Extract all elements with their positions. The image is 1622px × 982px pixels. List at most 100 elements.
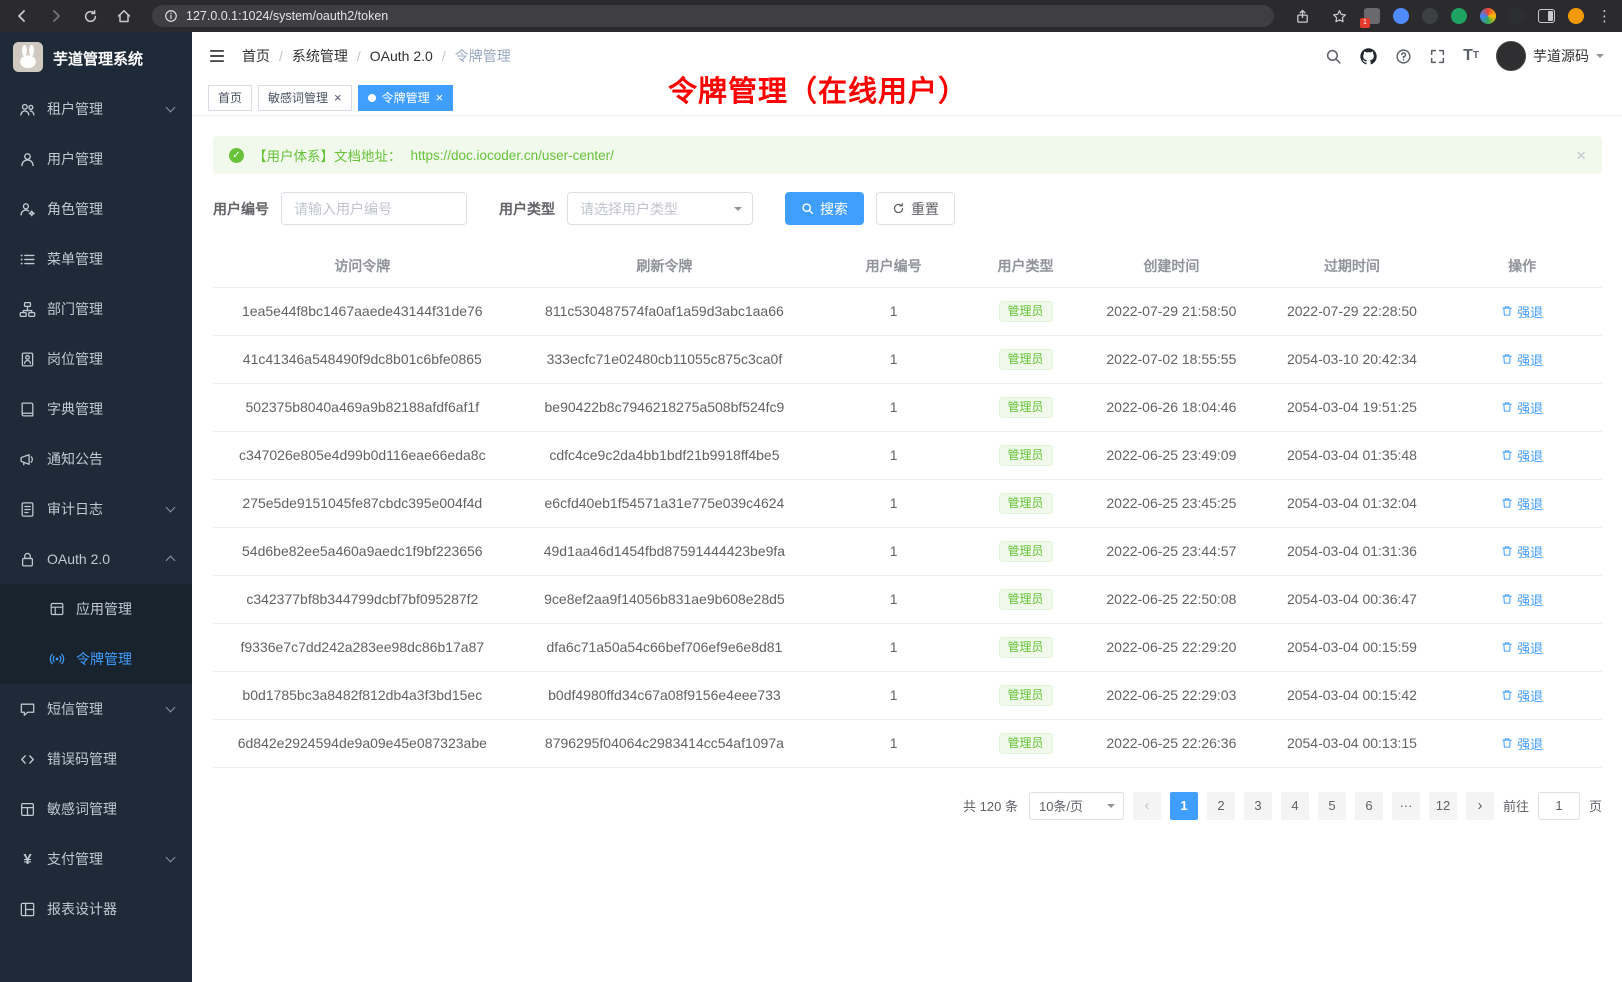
help-icon[interactable] (1395, 48, 1412, 65)
user-type-badge: 管理员 (999, 349, 1053, 370)
back-icon[interactable] (10, 4, 34, 28)
force-logout-button[interactable]: 强退 (1501, 590, 1543, 609)
sidebar-item-role[interactable]: 角色管理 (0, 184, 192, 234)
sidebar-item-error-code[interactable]: 错误码管理 (0, 734, 192, 784)
site-info-icon[interactable] (164, 9, 178, 23)
breadcrumb: 首页 / 系统管理 / OAuth 2.0 / 令牌管理 (242, 46, 511, 66)
breadcrumb-current: 令牌管理 (455, 46, 511, 66)
cell-create-time: 2022-07-29 21:58:50 (1081, 287, 1262, 335)
force-logout-button[interactable]: 强退 (1501, 398, 1543, 417)
sidebar-item-dict[interactable]: 字典管理 (0, 384, 192, 434)
page-size-select[interactable]: 10条/页 (1029, 792, 1124, 820)
goto-page-input[interactable] (1538, 792, 1580, 820)
breadcrumb-separator: / (357, 48, 361, 64)
user-type-badge: 管理员 (999, 445, 1053, 466)
table-row: 41c41346a548490f9dc8b01c6bfe0865 333ecfc… (213, 335, 1602, 383)
page-button-3[interactable]: 3 (1244, 792, 1272, 820)
extension-icon-3[interactable] (1422, 8, 1438, 24)
page-button-2[interactable]: 2 (1207, 792, 1235, 820)
address-bar[interactable]: 127.0.0.1:1024/system/oauth2/token (152, 5, 1274, 27)
sidebar-item-oauth2[interactable]: OAuth 2.0 (0, 534, 192, 584)
app-window: 芋道管理系统 租户管理 用户管理 角色管理 菜单 (0, 32, 1622, 982)
github-icon[interactable] (1359, 47, 1378, 66)
menu-kebab-icon[interactable]: ⋮ (1597, 7, 1612, 25)
sidebar-item-payment[interactable]: ¥ 支付管理 (0, 834, 192, 884)
extension-icon-2[interactable] (1393, 8, 1409, 24)
page-button-6[interactable]: 6 (1355, 792, 1383, 820)
reload-icon[interactable] (78, 4, 102, 28)
close-tab-icon[interactable]: × (436, 91, 444, 104)
share-icon[interactable] (1290, 4, 1314, 28)
force-logout-button[interactable]: 强退 (1501, 302, 1543, 321)
reset-button[interactable]: 重置 (876, 192, 955, 225)
forward-icon[interactable] (44, 4, 68, 28)
force-logout-button[interactable]: 强退 (1501, 638, 1543, 657)
token-broadcast-icon (48, 651, 65, 668)
user-type-select[interactable]: 请选择用户类型 (567, 192, 753, 225)
extension-icon-4[interactable] (1451, 8, 1467, 24)
sidebar-item-menu[interactable]: 菜单管理 (0, 234, 192, 284)
breadcrumb-home[interactable]: 首页 (242, 46, 270, 66)
breadcrumb-oauth[interactable]: OAuth 2.0 (370, 48, 433, 64)
user-id-input[interactable] (281, 192, 467, 225)
sidebar-item-dept[interactable]: 部门管理 (0, 284, 192, 334)
cell-expire-time: 2054-03-04 00:36:47 (1262, 575, 1443, 623)
force-logout-button[interactable]: 强退 (1501, 734, 1543, 753)
user-menu[interactable]: 芋道源码 (1496, 41, 1604, 71)
force-logout-button[interactable]: 强退 (1501, 446, 1543, 465)
force-logout-button[interactable]: 强退 (1501, 542, 1543, 561)
sidebar-item-audit-log[interactable]: 审计日志 (0, 484, 192, 534)
breadcrumb-system[interactable]: 系统管理 (292, 46, 348, 66)
sidebar-item-post[interactable]: 岗位管理 (0, 334, 192, 384)
sidebar-item-sensitive-word[interactable]: 敏感词管理 (0, 784, 192, 834)
sidebar-item-oauth2-token[interactable]: 令牌管理 (0, 634, 192, 684)
force-logout-button[interactable]: 强退 (1501, 686, 1543, 705)
page-button-5[interactable]: 5 (1318, 792, 1346, 820)
sidebar-toggle-icon[interactable] (208, 47, 226, 65)
sidebar-item-tenant[interactable]: 租户管理 (0, 84, 192, 134)
cell-expire-time: 2054-03-04 01:35:48 (1262, 431, 1443, 479)
side-panel-icon[interactable] (1538, 9, 1555, 23)
token-table: 访问令牌 刷新令牌 用户编号 用户类型 创建时间 过期时间 操作 1ea5e44… (213, 245, 1602, 768)
page-button-12[interactable]: 12 (1429, 792, 1457, 820)
page-ellipsis-button[interactable]: ··· (1392, 792, 1420, 820)
cell-create-time: 2022-07-02 18:55:55 (1081, 335, 1262, 383)
search-icon[interactable] (1325, 48, 1342, 65)
search-button[interactable]: 搜索 (785, 192, 864, 225)
goto-label: 前往 (1503, 796, 1529, 815)
force-logout-button[interactable]: 强退 (1501, 350, 1543, 369)
close-tab-icon[interactable]: × (334, 91, 342, 104)
doc-link[interactable]: https://doc.iocoder.cn/user-center/ (411, 148, 614, 163)
prev-page-button[interactable]: ‹ (1133, 792, 1161, 820)
profile-avatar[interactable] (1568, 8, 1584, 24)
cell-create-time: 2022-06-25 23:49:09 (1081, 431, 1262, 479)
table-row: 1ea5e44f8bc1467aaede43144f31de76 811c530… (213, 287, 1602, 335)
fullscreen-icon[interactable] (1429, 48, 1446, 65)
bookmark-star-icon[interactable] (1327, 4, 1351, 28)
col-user-id: 用户编号 (817, 245, 970, 287)
app-logo[interactable]: 芋道管理系统 (0, 32, 192, 84)
cell-access-token: 502375b8040a469a9b82188afdf6af1f (213, 383, 512, 431)
force-logout-button[interactable]: 强退 (1501, 494, 1543, 513)
page-button-4[interactable]: 4 (1281, 792, 1309, 820)
sidebar-item-oauth2-app[interactable]: 应用管理 (0, 584, 192, 634)
home-icon[interactable] (112, 4, 136, 28)
tab-sensitive-word[interactable]: 敏感词管理 × (258, 85, 352, 111)
tab-token[interactable]: 令牌管理 × (358, 85, 454, 111)
font-size-icon[interactable]: TT (1463, 48, 1479, 64)
tab-home[interactable]: 首页 (208, 85, 252, 111)
sidebar-item-sms[interactable]: 短信管理 (0, 684, 192, 734)
sidebar-item-notice[interactable]: 通知公告 (0, 434, 192, 484)
extension-icon-6[interactable] (1509, 8, 1525, 24)
sidebar-item-user[interactable]: 用户管理 (0, 134, 192, 184)
chevron-down-icon (166, 703, 176, 713)
chevron-up-icon (166, 556, 176, 566)
close-alert-icon[interactable]: × (1576, 147, 1586, 164)
next-page-button[interactable]: › (1466, 792, 1494, 820)
extension-icon-1[interactable]: 1 (1364, 8, 1380, 24)
cell-user-id: 1 (817, 479, 970, 527)
extension-icon-5[interactable] (1480, 8, 1496, 24)
page-button-1[interactable]: 1 (1170, 792, 1198, 820)
sidebar-item-report-designer[interactable]: 报表设计器 (0, 884, 192, 934)
user-type-badge: 管理员 (999, 301, 1053, 322)
